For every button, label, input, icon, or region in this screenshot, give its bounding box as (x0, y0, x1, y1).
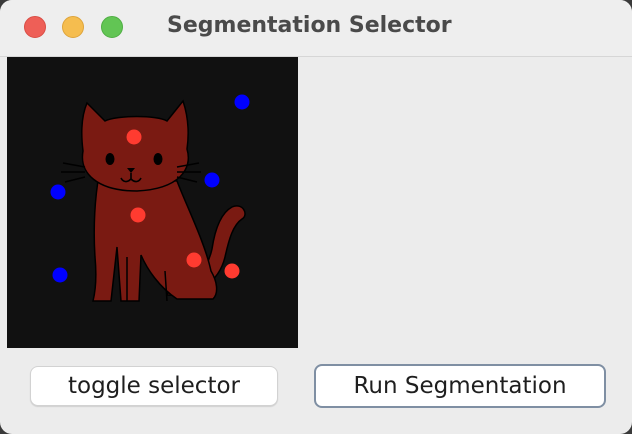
title-bar[interactable]: Segmentation Selector (0, 0, 632, 57)
app-window: Segmentation Selector toggle selector Ru… (0, 0, 632, 434)
background-point (234, 94, 250, 110)
foreground-point (130, 207, 146, 223)
foreground-point (186, 252, 202, 268)
window-title: Segmentation Selector (167, 13, 452, 38)
background-point (52, 267, 68, 283)
zoom-button[interactable] (101, 16, 123, 38)
background-point (204, 172, 220, 188)
empty-panel (298, 57, 632, 348)
cat-image (7, 57, 298, 348)
foreground-point (126, 129, 142, 145)
toggle-selector-button[interactable]: toggle selector (30, 366, 278, 406)
minimize-button[interactable] (62, 16, 84, 38)
background-point (50, 184, 66, 200)
close-button[interactable] (24, 16, 46, 38)
foreground-point (224, 263, 240, 279)
run-segmentation-button[interactable]: Run Segmentation (314, 364, 606, 408)
segmentation-canvas[interactable] (7, 57, 298, 348)
